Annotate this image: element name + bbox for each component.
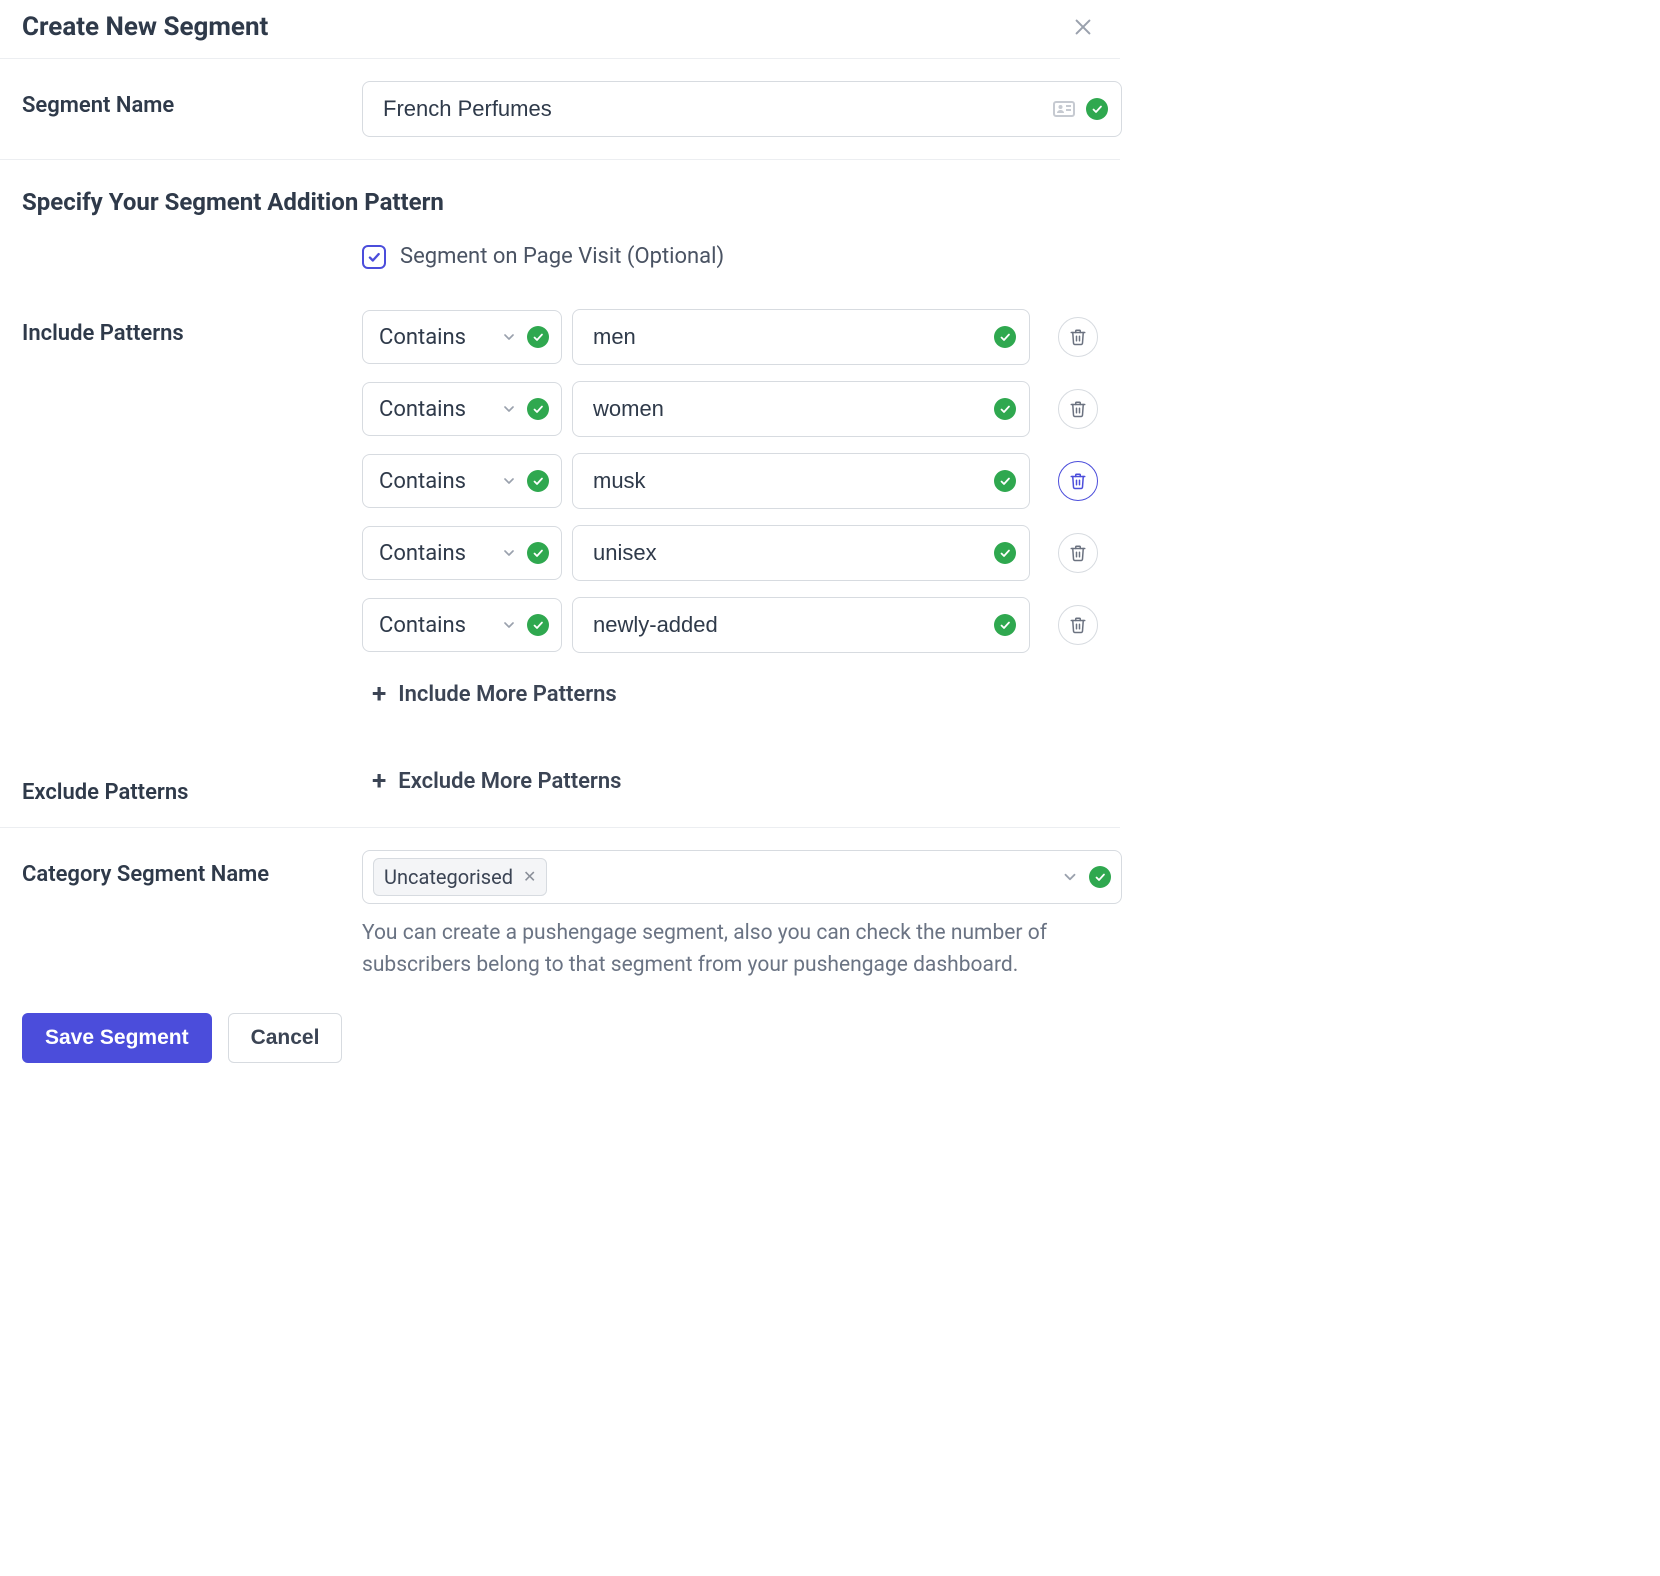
cancel-button[interactable]: Cancel [228, 1013, 343, 1063]
create-segment-modal: Create New Segment Segment Name [0, 0, 1120, 1085]
check-circle-icon [527, 326, 549, 348]
chevron-down-icon [501, 401, 517, 417]
include-pattern-row: Contains [362, 309, 1098, 365]
pattern-operator-value: Contains [379, 325, 466, 350]
include-more-button[interactable]: + Include More Patterns [372, 681, 617, 707]
chevron-down-icon [501, 473, 517, 489]
check-circle-icon [527, 398, 549, 420]
delete-pattern-button[interactable] [1058, 317, 1098, 357]
id-card-icon [1052, 97, 1076, 121]
check-circle-icon [994, 614, 1016, 636]
category-chip: Uncategorised ✕ [373, 858, 547, 896]
chevron-down-icon [1061, 868, 1079, 886]
pattern-operator-value: Contains [379, 397, 466, 422]
check-circle-icon [527, 542, 549, 564]
include-pattern-row: Contains [362, 453, 1098, 509]
pattern-section: Specify Your Segment Addition Pattern Se… [0, 160, 1120, 828]
segment-name-section: Segment Name [0, 59, 1120, 160]
page-visit-checkbox-row: Segment on Page Visit (Optional) [362, 244, 1098, 269]
pattern-value-input[interactable] [572, 525, 1030, 581]
page-visit-checkbox[interactable] [362, 245, 386, 269]
pattern-operator-value: Contains [379, 613, 466, 638]
include-pattern-row: Contains [362, 597, 1098, 653]
exclude-more-button[interactable]: + Exclude More Patterns [372, 768, 621, 794]
chevron-down-icon [501, 545, 517, 561]
include-pattern-row: Contains [362, 525, 1098, 581]
plus-icon: + [372, 681, 386, 707]
category-help-text: You can create a pushengage segment, als… [362, 918, 1122, 981]
pattern-operator-value: Contains [379, 541, 466, 566]
pattern-section-title: Specify Your Segment Addition Pattern [22, 188, 1098, 216]
check-circle-icon [994, 470, 1016, 492]
chip-remove-icon[interactable]: ✕ [523, 869, 536, 885]
chevron-down-icon [501, 329, 517, 345]
pattern-value-input[interactable] [572, 597, 1030, 653]
check-circle-icon [1086, 98, 1108, 120]
modal-title: Create New Segment [22, 12, 268, 42]
pattern-value-input[interactable] [572, 453, 1030, 509]
delete-pattern-button[interactable] [1058, 533, 1098, 573]
segment-name-input[interactable] [362, 81, 1122, 137]
pattern-operator-select[interactable]: Contains [362, 382, 562, 436]
segment-name-label: Segment Name [22, 81, 338, 118]
pattern-operator-select[interactable]: Contains [362, 310, 562, 364]
check-circle-icon [527, 470, 549, 492]
plus-icon: + [372, 768, 386, 794]
pattern-operator-select[interactable]: Contains [362, 454, 562, 508]
pattern-operator-value: Contains [379, 469, 466, 494]
delete-pattern-button[interactable] [1058, 605, 1098, 645]
check-circle-icon [994, 542, 1016, 564]
exclude-patterns-label: Exclude Patterns [22, 768, 338, 805]
category-chip-label: Uncategorised [384, 865, 513, 889]
include-patterns-label: Include Patterns [22, 309, 338, 346]
check-circle-icon [994, 398, 1016, 420]
include-more-label: Include More Patterns [398, 682, 616, 707]
close-icon[interactable] [1068, 12, 1098, 42]
category-label: Category Segment Name [22, 850, 338, 887]
include-pattern-row: Contains [362, 381, 1098, 437]
category-select[interactable]: Uncategorised ✕ [362, 850, 1122, 904]
check-circle-icon [527, 614, 549, 636]
check-circle-icon [994, 326, 1016, 348]
chevron-down-icon [501, 617, 517, 633]
modal-header: Create New Segment [0, 0, 1120, 59]
page-visit-label: Segment on Page Visit (Optional) [400, 244, 724, 269]
save-button[interactable]: Save Segment [22, 1013, 212, 1063]
modal-footer: Save Segment Cancel [0, 1003, 1120, 1085]
pattern-operator-select[interactable]: Contains [362, 526, 562, 580]
check-circle-icon [1089, 866, 1111, 888]
category-section: Category Segment Name Uncategorised ✕ [0, 828, 1120, 1003]
delete-pattern-button[interactable] [1058, 461, 1098, 501]
delete-pattern-button[interactable] [1058, 389, 1098, 429]
pattern-value-input[interactable] [572, 381, 1030, 437]
include-pattern-list: Contains Contains Contains Contains Contains [362, 309, 1098, 653]
pattern-operator-select[interactable]: Contains [362, 598, 562, 652]
pattern-value-input[interactable] [572, 309, 1030, 365]
exclude-more-label: Exclude More Patterns [398, 769, 621, 794]
